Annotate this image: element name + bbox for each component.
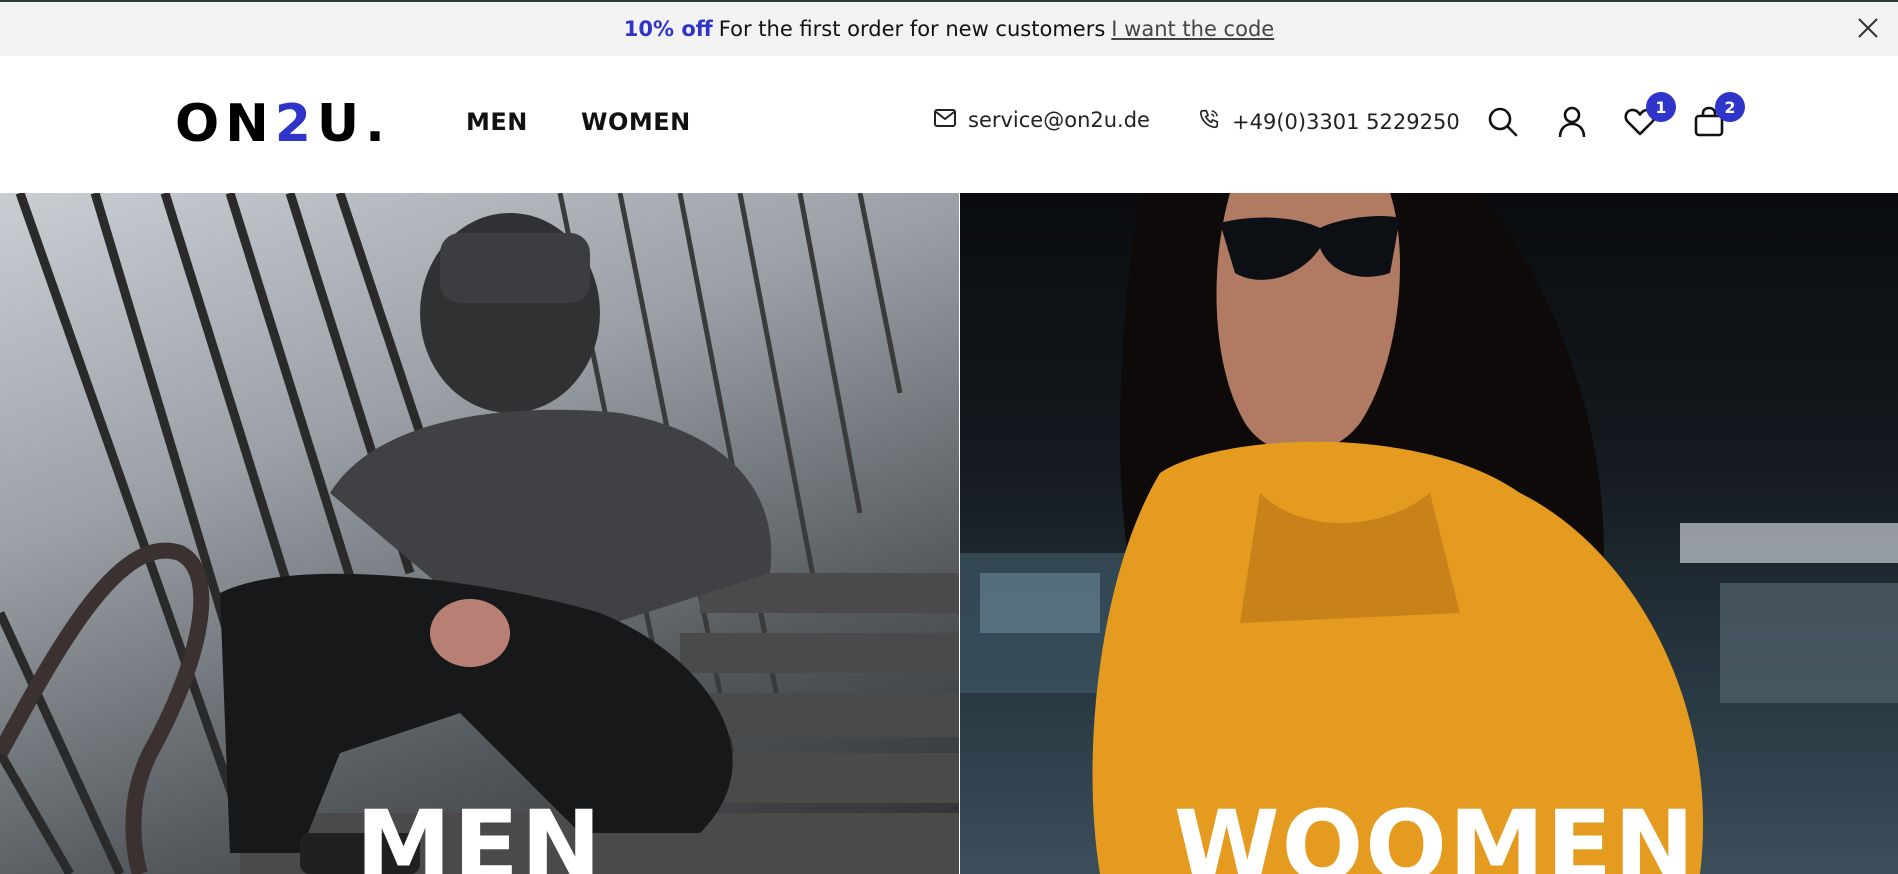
hero-men-label[interactable]: MEN xyxy=(20,790,939,874)
women-hero-image xyxy=(960,193,1898,874)
contact-email[interactable]: service@on2u.de xyxy=(934,108,1150,132)
phone-icon xyxy=(1198,108,1232,135)
mail-icon xyxy=(934,108,968,132)
cart-count-badge: 2 xyxy=(1715,92,1745,122)
hero-women-label[interactable]: WOOMEN xyxy=(966,790,1898,874)
site-header: ON2U. MEN WOMEN service@on2u.de +49(0)33… xyxy=(0,56,1898,193)
user-icon[interactable] xyxy=(1552,102,1592,142)
phone-text: +49(0)3301 5229250 xyxy=(1232,109,1460,134)
contact-phone[interactable]: +49(0)3301 5229250 xyxy=(1198,108,1460,135)
hero-women-panel[interactable]: WOOMEN xyxy=(960,193,1898,874)
nav-women[interactable]: WOMEN xyxy=(581,108,691,136)
nav-men[interactable]: MEN xyxy=(466,108,528,136)
bag-icon[interactable]: 2 xyxy=(1689,92,1745,142)
email-text: service@on2u.de xyxy=(968,108,1150,132)
logo-suffix: U. xyxy=(316,94,391,154)
promo-bar: 10% off For the first order for new cust… xyxy=(0,0,1898,56)
close-icon[interactable] xyxy=(1852,12,1884,44)
logo-accent: 2 xyxy=(274,94,317,154)
wishlist-count-badge: 1 xyxy=(1646,92,1676,122)
logo-prefix: ON xyxy=(175,94,275,154)
hero-men-panel[interactable]: MEN xyxy=(0,193,959,874)
search-icon[interactable] xyxy=(1483,102,1523,142)
heart-icon[interactable]: 1 xyxy=(1620,92,1676,142)
site-logo[interactable]: ON2U. xyxy=(175,94,391,154)
promo-discount: 10% off xyxy=(623,17,713,41)
promo-code-link[interactable]: I want the code xyxy=(1111,17,1274,41)
promo-text: For the first order for new customers xyxy=(718,17,1106,41)
men-hero-image xyxy=(0,193,959,874)
